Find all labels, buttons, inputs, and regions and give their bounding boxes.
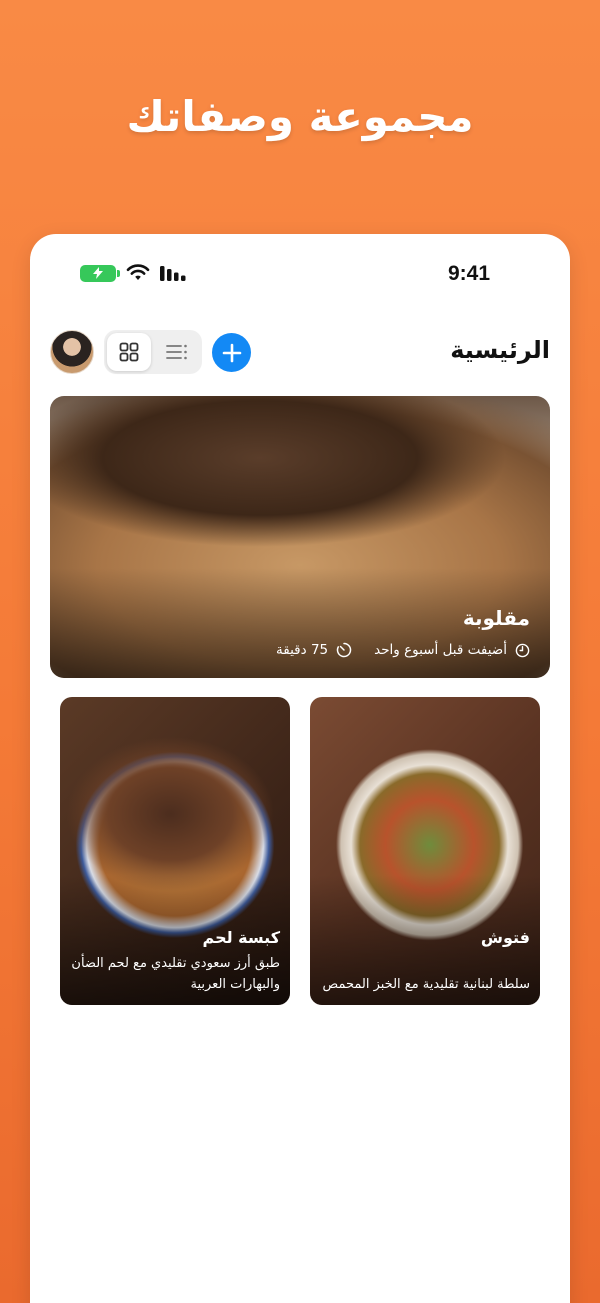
cook-duration: 75 دقيقة bbox=[276, 642, 329, 658]
status-time: 9:41 bbox=[447, 262, 490, 285]
clock-icon bbox=[515, 643, 530, 658]
grid-view-button[interactable] bbox=[107, 333, 151, 371]
timer-icon bbox=[336, 642, 352, 658]
header: الرئيسية bbox=[30, 330, 570, 376]
recipe-description: طبق أرز سعودي تقليدي مع لحم الضأن والبها… bbox=[71, 956, 280, 992]
battery-icon bbox=[80, 264, 120, 282]
grid-icon bbox=[119, 342, 139, 362]
list-icon bbox=[166, 344, 187, 360]
featured-recipe-title: مقلوبة bbox=[462, 606, 530, 630]
plus-icon bbox=[222, 343, 241, 362]
recipe-title: كبسة لحم bbox=[202, 928, 280, 947]
recipe-card-kabsa[interactable]: كبسة لحم طبق أرز سعودي تقليدي مع لحم الض… bbox=[60, 697, 290, 1005]
cellular-signal-icon bbox=[160, 265, 188, 281]
recipe-card-fattoush[interactable]: فتوش سلطة لبنانية تقليدية مع الخبز المحم… bbox=[310, 697, 540, 1005]
wifi-icon bbox=[126, 264, 150, 282]
status-bar: 9:41 bbox=[30, 234, 570, 314]
view-toggle bbox=[104, 330, 202, 374]
add-recipe-button[interactable] bbox=[212, 333, 251, 372]
recipe-description: سلطة لبنانية تقليدية مع الخبز المحمص bbox=[322, 977, 530, 992]
added-date: أضيفت قبل أسبوع واحد bbox=[374, 642, 507, 658]
featured-recipe-card[interactable]: مقلوبة أضيفت قبل أسبوع واحد 75 دقيقة bbox=[50, 396, 550, 678]
featured-recipe-meta: أضيفت قبل أسبوع واحد 75 دقيقة bbox=[276, 642, 530, 658]
recipe-title: فتوش bbox=[480, 928, 530, 947]
promo-title: مجموعة وصفاتك bbox=[126, 92, 474, 141]
status-icons bbox=[80, 264, 188, 282]
list-view-button[interactable] bbox=[155, 333, 199, 371]
phone-screen: 9:41 الرئيسية مقلوبة أضيفت قبل أسبوع واح… bbox=[30, 234, 570, 1303]
user-avatar[interactable] bbox=[50, 330, 94, 374]
page-title: الرئيسية bbox=[450, 336, 550, 364]
